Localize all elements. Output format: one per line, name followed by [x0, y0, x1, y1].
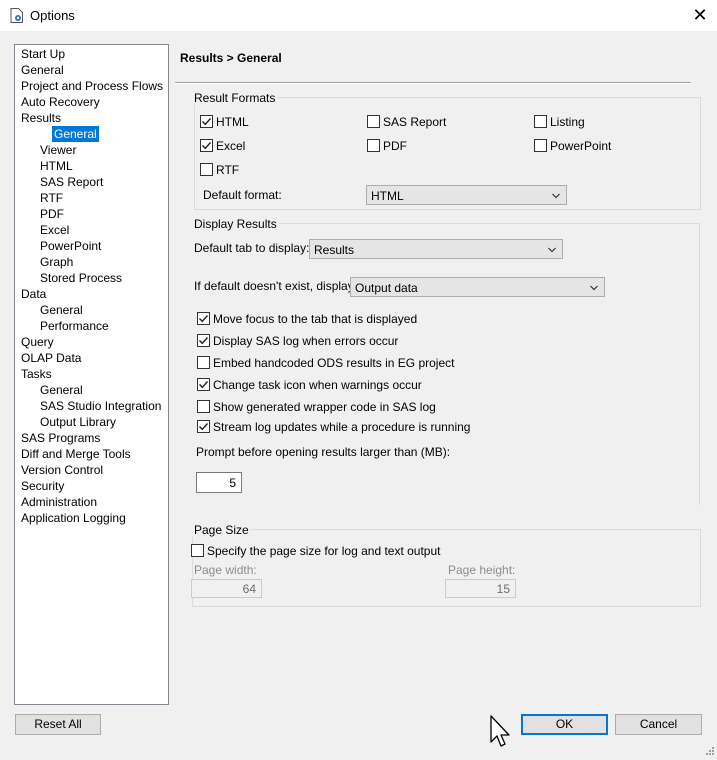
ok-button[interactable]: OK: [521, 714, 608, 735]
checkmark-icon: [199, 337, 209, 345]
rtf-label: RTF: [216, 163, 240, 177]
tree-item[interactable]: Diff and Merge Tools: [21, 446, 131, 462]
html-checkbox[interactable]: [200, 115, 213, 128]
checkmark-icon: [199, 423, 209, 431]
tree-item[interactable]: Excel: [40, 222, 69, 238]
tree-item[interactable]: General: [52, 126, 99, 142]
tree-item[interactable]: Tasks: [21, 366, 52, 382]
default-tab-select[interactable]: Results: [309, 239, 563, 259]
cancel-button[interactable]: Cancel: [615, 714, 702, 735]
checkmark-icon: [202, 118, 212, 126]
option-checkbox[interactable]: [197, 378, 210, 391]
prompt-size-label: Prompt before opening results larger tha…: [196, 445, 451, 459]
prompt-size-input[interactable]: 5: [196, 472, 242, 493]
resize-grip-icon[interactable]: [703, 746, 715, 758]
heading-divider: [175, 82, 691, 84]
option-checkbox[interactable]: [197, 334, 210, 347]
option-label: Change task icon when warnings occur: [213, 378, 422, 392]
option-label: Stream log updates while a procedure is …: [213, 420, 471, 434]
tree-item[interactable]: Query: [21, 334, 54, 350]
chevron-down-icon: [548, 247, 556, 253]
sas-report-label: SAS Report: [383, 115, 447, 129]
page-width-label: Page width:: [194, 563, 257, 577]
fallback-display-select[interactable]: Output data: [350, 277, 605, 297]
tree-item[interactable]: PowerPoint: [40, 238, 101, 254]
excel-checkbox[interactable]: [200, 139, 213, 152]
page-width-input[interactable]: 64: [191, 579, 262, 598]
close-icon[interactable]: ✕: [688, 3, 712, 27]
html-label: HTML: [216, 115, 249, 129]
page-height-input[interactable]: 15: [445, 579, 516, 598]
rtf-checkbox[interactable]: [200, 163, 213, 176]
sas-report-checkbox[interactable]: [367, 115, 380, 128]
specify-page-size-checkbox[interactable]: [191, 544, 204, 557]
option-label: Move focus to the tab that is displayed: [213, 312, 418, 326]
option-label: Embed handcoded ODS results in EG projec…: [213, 356, 455, 370]
tree-item[interactable]: RTF: [40, 190, 63, 206]
option-checkbox[interactable]: [197, 356, 210, 369]
chevron-down-icon: [590, 285, 598, 291]
option-checkbox[interactable]: [197, 312, 210, 325]
page-size-title: Page Size: [192, 523, 251, 537]
option-label: Show generated wrapper code in SAS log: [213, 400, 436, 414]
tree-item[interactable]: Stored Process: [40, 270, 122, 286]
tree-item[interactable]: General: [40, 382, 83, 398]
tree-item[interactable]: SAS Programs: [21, 430, 100, 446]
tree-item[interactable]: HTML: [40, 158, 73, 174]
page-title: Results > General: [180, 51, 282, 65]
tree-item[interactable]: SAS Report: [40, 174, 103, 190]
fallback-display-value: Output data: [355, 281, 418, 295]
excel-label: Excel: [216, 139, 246, 153]
tree-item[interactable]: Results: [21, 110, 61, 126]
listing-label: Listing: [550, 115, 585, 129]
mouse-pointer-icon: [490, 715, 510, 747]
tree-item[interactable]: Administration: [21, 494, 97, 510]
option-checkbox[interactable]: [197, 420, 210, 433]
checkmark-icon: [202, 142, 212, 150]
default-format-value: HTML: [371, 189, 404, 203]
tree-item[interactable]: Graph: [40, 254, 73, 270]
option-checkbox[interactable]: [197, 400, 210, 413]
checkmark-icon: [199, 315, 209, 323]
tree-item[interactable]: General: [21, 62, 64, 78]
default-tab-label: Default tab to display:: [194, 241, 310, 255]
tree-item[interactable]: Start Up: [21, 46, 65, 62]
tree-item[interactable]: Data: [21, 286, 46, 302]
default-format-select[interactable]: HTML: [366, 185, 567, 205]
tree-item[interactable]: Viewer: [40, 142, 76, 158]
options-app-icon: [10, 8, 23, 23]
display-results-title: Display Results: [192, 217, 279, 231]
tree-item[interactable]: SAS Studio Integration: [40, 398, 161, 414]
powerpoint-checkbox[interactable]: [534, 139, 547, 152]
tree-item[interactable]: PDF: [40, 206, 64, 222]
tree-item[interactable]: Security: [21, 478, 64, 494]
tree-item[interactable]: OLAP Data: [21, 350, 81, 366]
reset-all-button[interactable]: Reset All: [15, 714, 101, 735]
tree-item[interactable]: General: [40, 302, 83, 318]
tree-item[interactable]: Auto Recovery: [21, 94, 100, 110]
specify-page-size-label: Specify the page size for log and text o…: [207, 544, 441, 558]
tree-item[interactable]: Performance: [40, 318, 109, 334]
option-label: Display SAS log when errors occur: [213, 334, 399, 348]
tree-item[interactable]: Application Logging: [21, 510, 126, 526]
tree-item[interactable]: Project and Process Flows: [21, 78, 163, 94]
window-title: Options: [30, 8, 75, 23]
pdf-checkbox[interactable]: [367, 139, 380, 152]
pdf-label: PDF: [383, 139, 407, 153]
title-bar: Options ✕: [0, 0, 717, 31]
checkmark-icon: [199, 381, 209, 389]
chevron-down-icon: [552, 193, 560, 199]
tree-item[interactable]: Version Control: [21, 462, 103, 478]
listing-checkbox[interactable]: [534, 115, 547, 128]
default-tab-value: Results: [314, 243, 355, 257]
fallback-display-label: If default doesn't exist, display:: [194, 279, 358, 293]
powerpoint-label: PowerPoint: [550, 139, 612, 153]
tree-item[interactable]: Output Library: [40, 414, 116, 430]
default-format-label: Default format:: [203, 188, 282, 202]
options-tree[interactable]: Start Up General Project and Process Flows…: [14, 44, 169, 705]
result-formats-title: Result Formats: [192, 91, 278, 105]
page-height-label: Page height:: [448, 563, 516, 577]
